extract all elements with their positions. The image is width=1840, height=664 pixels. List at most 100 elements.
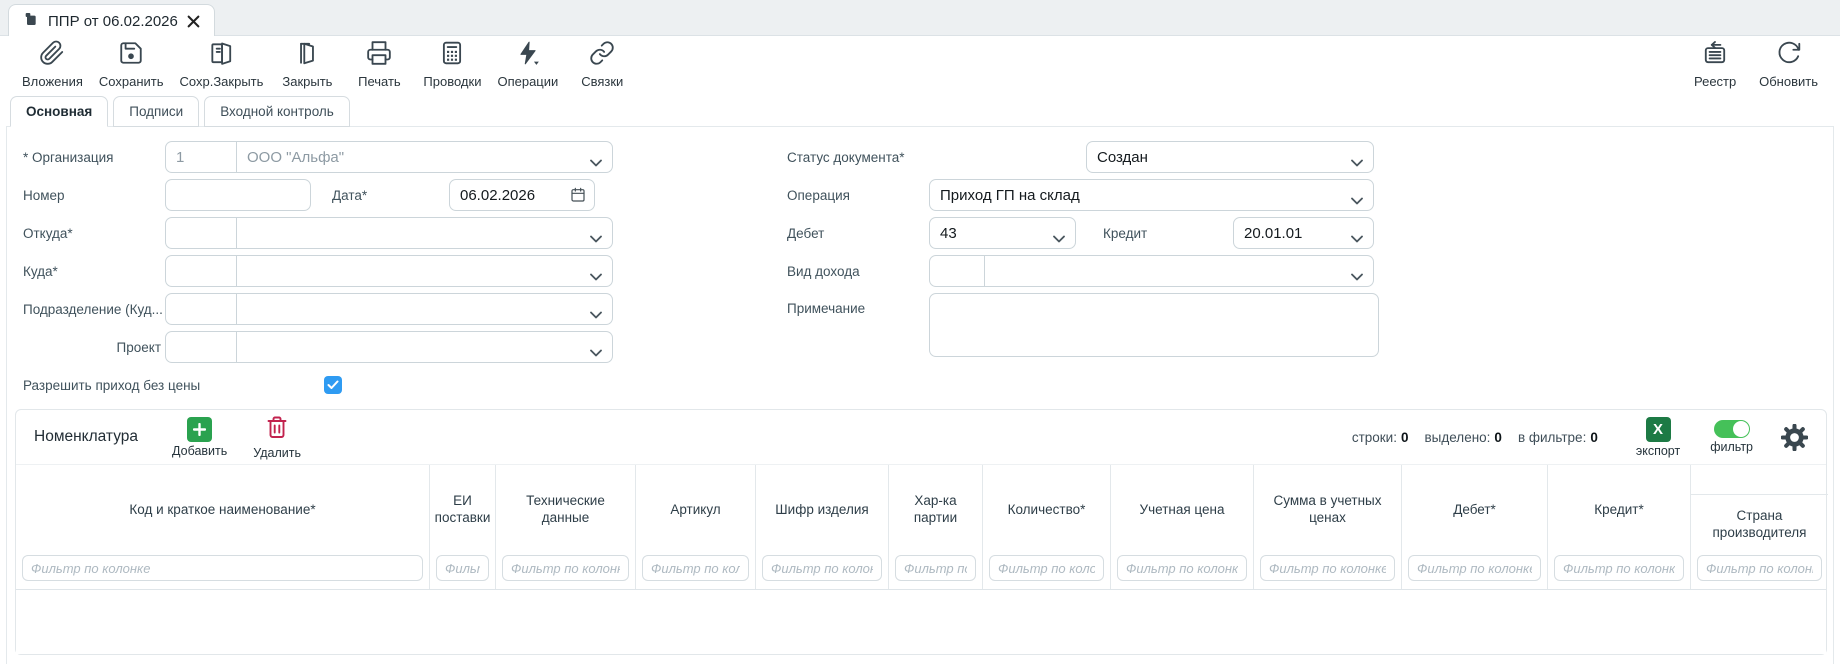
to-code-field[interactable] bbox=[165, 255, 237, 287]
table-body[interactable] bbox=[16, 590, 1826, 654]
note-textarea[interactable] bbox=[929, 293, 1379, 357]
income-type-select[interactable] bbox=[985, 255, 1374, 287]
column-filter-input[interactable] bbox=[1554, 555, 1684, 581]
toolbar-item-label: Сохранить bbox=[99, 74, 164, 89]
column-filter-input[interactable] bbox=[502, 555, 629, 581]
column-filter-input[interactable] bbox=[762, 555, 882, 581]
refresh-button[interactable]: Обновить bbox=[1751, 38, 1826, 91]
number-label: Номер bbox=[23, 188, 165, 203]
page-tabs: Основная Подписи Входной контроль bbox=[10, 96, 350, 127]
credit-select[interactable]: 20.01.01 bbox=[1233, 217, 1374, 249]
document-tab[interactable]: ППР от 06.02.2026 bbox=[8, 4, 215, 37]
delete-row-label: Удалить bbox=[253, 446, 301, 460]
column-header-12[interactable]: Страна производителя bbox=[1691, 465, 1828, 589]
door-icon bbox=[294, 40, 320, 71]
column-filter-input[interactable] bbox=[642, 555, 749, 581]
attachments-button[interactable]: Вложения bbox=[14, 38, 91, 91]
note-row: Примечание bbox=[787, 293, 1387, 357]
filter-toggle-button[interactable]: фильтр bbox=[1710, 420, 1753, 454]
close-button[interactable]: Закрыть bbox=[271, 38, 343, 91]
operations-button[interactable]: Операции bbox=[489, 38, 566, 91]
print-button[interactable]: Печать bbox=[343, 38, 415, 91]
column-header-8[interactable]: Учетная цена bbox=[1111, 465, 1254, 589]
tab-signatures[interactable]: Подписи bbox=[113, 96, 199, 127]
column-label: Страна производителя bbox=[1691, 495, 1828, 555]
column-filter-input[interactable] bbox=[1408, 555, 1541, 581]
table-header-row: Код и краткое наименование*ЕИ поставкиТе… bbox=[16, 464, 1826, 590]
links-button[interactable]: Связки bbox=[566, 38, 638, 91]
filter-toggle-label: фильтр bbox=[1710, 440, 1753, 454]
project-select[interactable] bbox=[237, 331, 613, 363]
income-type-code-field[interactable] bbox=[929, 255, 985, 287]
export-button[interactable]: X экспорт bbox=[1636, 417, 1680, 458]
column-filter-input[interactable] bbox=[436, 555, 489, 581]
tab-content-panel: * Организация 1 ООО "Альфа" Номер Дата* … bbox=[6, 126, 1834, 664]
nomenclature-title: Номенклатура bbox=[34, 428, 138, 446]
column-filter-input[interactable] bbox=[895, 555, 976, 581]
operation-label: Операция bbox=[787, 188, 929, 203]
column-filter-input[interactable] bbox=[22, 555, 423, 581]
column-filter-input[interactable] bbox=[1117, 555, 1247, 581]
chevron-down-icon bbox=[1351, 192, 1363, 209]
nomenclature-panel: Номенклатура Добавить Удалить строки:0 bbox=[15, 409, 1827, 655]
debit-label: Дебет bbox=[787, 226, 929, 241]
save-button[interactable]: Сохранить bbox=[91, 38, 172, 91]
column-filter-input[interactable] bbox=[1260, 555, 1395, 581]
registry-button[interactable]: Реестр bbox=[1679, 38, 1751, 91]
delete-row-button[interactable]: Удалить bbox=[253, 415, 301, 460]
allow-no-price-row: Разрешить приход без цены bbox=[23, 375, 617, 395]
column-header-2[interactable]: ЕИ поставки bbox=[430, 465, 496, 589]
plus-icon bbox=[187, 417, 212, 442]
from-select[interactable] bbox=[237, 217, 613, 249]
table-counters: строки:0 выделено:0 в фильтре:0 bbox=[1352, 430, 1598, 445]
allow-no-price-checkbox[interactable] bbox=[324, 376, 342, 394]
column-header-5[interactable]: Шифр изделия bbox=[756, 465, 889, 589]
column-filter-input[interactable] bbox=[989, 555, 1104, 581]
status-select[interactable]: Создан bbox=[1086, 141, 1374, 173]
status-label: Статус документа* bbox=[787, 150, 929, 165]
tab-main[interactable]: Основная bbox=[10, 96, 108, 127]
add-row-button[interactable]: Добавить bbox=[172, 417, 227, 458]
organization-code-field[interactable]: 1 bbox=[165, 141, 237, 173]
debit-value: 43 bbox=[940, 225, 957, 242]
division-code-field[interactable] bbox=[165, 293, 237, 325]
chevron-down-icon bbox=[590, 306, 602, 323]
postings-button[interactable]: Проводки bbox=[415, 38, 489, 91]
main-toolbar: Вложения Сохранить Сохр.Закрыть Закрыть … bbox=[0, 36, 1840, 92]
column-group-spacer bbox=[1691, 465, 1828, 495]
gear-icon[interactable] bbox=[1781, 424, 1808, 451]
date-input[interactable] bbox=[449, 179, 595, 211]
tab-input-control[interactable]: Входной контроль bbox=[204, 96, 350, 127]
save-close-button[interactable]: Сохр.Закрыть bbox=[172, 38, 272, 91]
column-header-10[interactable]: Дебет* bbox=[1402, 465, 1548, 589]
debit-select[interactable]: 43 bbox=[929, 217, 1076, 249]
column-filter-input[interactable] bbox=[1697, 555, 1822, 581]
from-code-field[interactable] bbox=[165, 217, 237, 249]
column-label: Шифр изделия bbox=[756, 465, 888, 555]
from-row: Откуда* bbox=[23, 217, 617, 249]
organization-value: ООО "Альфа" bbox=[247, 149, 344, 166]
division-select[interactable] bbox=[237, 293, 613, 325]
column-header-1[interactable]: Код и краткое наименование* bbox=[16, 465, 430, 589]
filter-toggle[interactable] bbox=[1714, 420, 1750, 438]
save-icon bbox=[118, 40, 144, 71]
column-header-4[interactable]: Артикул bbox=[636, 465, 756, 589]
status-value: Создан bbox=[1097, 149, 1148, 166]
column-header-9[interactable]: Сумма в учетных ценах bbox=[1254, 465, 1402, 589]
organization-select[interactable]: ООО "Альфа" bbox=[237, 141, 613, 173]
organization-label: * Организация bbox=[23, 150, 165, 165]
column-header-11[interactable]: Кредит* bbox=[1548, 465, 1691, 589]
project-code-field[interactable] bbox=[165, 331, 237, 363]
filtered-counter: в фильтре:0 bbox=[1518, 430, 1598, 445]
operation-row: Операция Приход ГП на склад bbox=[787, 179, 1387, 211]
column-header-7[interactable]: Количество* bbox=[983, 465, 1111, 589]
to-select[interactable] bbox=[237, 255, 613, 287]
close-tab-icon[interactable] bbox=[187, 15, 200, 28]
to-label: Куда* bbox=[23, 264, 165, 279]
number-input[interactable] bbox=[165, 179, 311, 211]
column-header-3[interactable]: Технические данные bbox=[496, 465, 636, 589]
toolbar-item-label: Связки bbox=[581, 74, 623, 89]
operation-value: Приход ГП на склад bbox=[940, 187, 1080, 204]
column-header-6[interactable]: Хар-ка партии bbox=[889, 465, 983, 589]
operation-select[interactable]: Приход ГП на склад bbox=[929, 179, 1374, 211]
